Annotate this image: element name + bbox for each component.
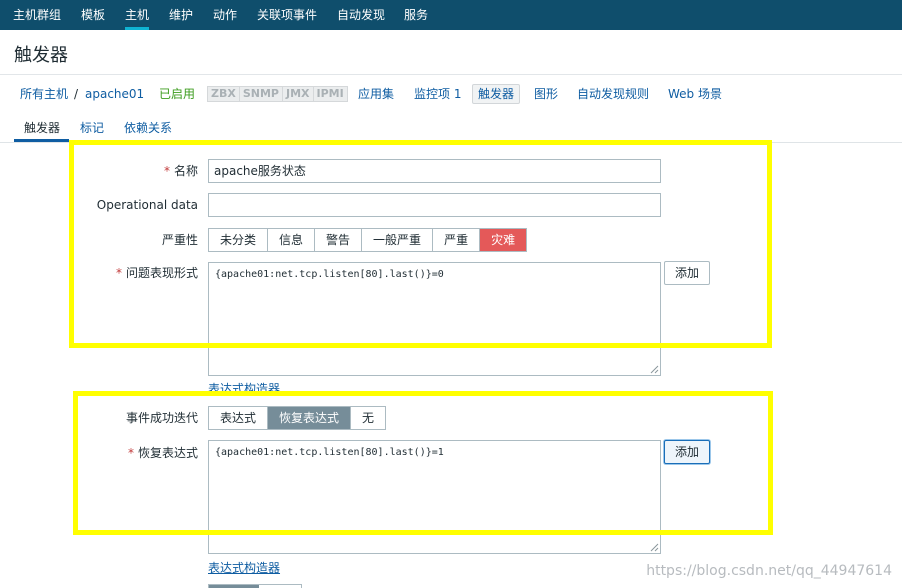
tab-dependencies[interactable]: 依赖关系 <box>124 120 172 136</box>
nav-templates[interactable]: 模板 <box>81 0 105 30</box>
severity-disaster[interactable]: 灾难 <box>480 229 527 251</box>
required-marker: * <box>115 266 122 280</box>
recovery-expression-label-text: 恢复表达式 <box>137 446 198 460</box>
link-graphs[interactable]: 图形 <box>534 86 558 102</box>
ok-event-generation-label: 事件成功迭代 <box>125 411 198 425</box>
active-tab-indicator <box>14 139 69 142</box>
ipmi-availability-badge: IPMI <box>316 87 344 100</box>
nav-discovery[interactable]: 自动发现 <box>337 0 385 30</box>
ok-event-generation-selector: 表达式 恢复表达式 无 <box>208 406 387 430</box>
host-status-enabled[interactable]: 已启用 <box>159 86 195 102</box>
link-web-scenarios[interactable]: Web 场景 <box>668 86 722 102</box>
required-marker: * <box>163 164 170 178</box>
severity-selector: 未分类 信息 警告 一般严重 严重 灾难 <box>208 228 528 252</box>
availability-indicators: ZBX SNMP JMX IPMI <box>207 86 348 102</box>
problem-expression-label: * 问题表现形式 <box>8 265 198 281</box>
severity-not-classified[interactable]: 未分类 <box>209 229 269 251</box>
tab-tags[interactable]: 标记 <box>80 120 104 136</box>
severity-information[interactable]: 信息 <box>268 229 316 251</box>
ok-gen-none[interactable]: 无 <box>351 407 385 429</box>
link-discovery-rules[interactable]: 自动发现规则 <box>577 86 649 102</box>
recovery-expression-text: {apache01:net.tcp.listen[80].last()}=1 <box>215 447 444 458</box>
breadcrumb-separator: / <box>74 87 79 101</box>
resize-grip-icon[interactable] <box>650 543 659 552</box>
operational-data-label: Operational data <box>96 198 198 212</box>
problem-expression-builder-link[interactable]: 表达式构造器 <box>208 380 280 397</box>
severity-warning[interactable]: 警告 <box>315 229 363 251</box>
tab-trigger[interactable]: 触发器 <box>24 120 60 136</box>
recovery-add-button[interactable]: 添加 <box>664 440 711 464</box>
title-divider <box>0 74 902 75</box>
watermark: https://blog.csdn.net/qq_44947614 <box>646 563 892 579</box>
severity-average[interactable]: 一般严重 <box>362 229 434 251</box>
ok-gen-recovery-expression[interactable]: 恢复表达式 <box>268 407 352 429</box>
snmp-availability-badge: SNMP <box>240 87 283 101</box>
name-input[interactable]: apache服务状态 <box>208 159 661 183</box>
breadcrumb-host[interactable]: apache01 <box>85 86 144 102</box>
host-navigation-bar: 所有主机 / apache01 已启用 ZBX SNMP JMX IPMI 应用… <box>0 80 902 108</box>
problem-expression-text: {apache01:net.tcp.listen[80].last()}=0 <box>215 269 444 280</box>
ok-gen-expression[interactable]: 表达式 <box>209 407 269 429</box>
resize-grip-icon[interactable] <box>650 365 659 374</box>
top-navigation: 主机群组 模板 主机 维护 动作 关联项事件 自动发现 服务 <box>0 0 902 30</box>
nav-host-groups[interactable]: 主机群组 <box>13 0 61 30</box>
link-items[interactable]: 监控项 1 <box>414 86 461 102</box>
problem-expression-label-text: 问题表现形式 <box>125 266 198 280</box>
breadcrumb-all-hosts[interactable]: 所有主机 <box>20 86 68 102</box>
page-title: 触发器 <box>14 45 68 66</box>
nav-hosts[interactable]: 主机 <box>125 0 150 30</box>
nav-event-correlation[interactable]: 关联项事件 <box>257 0 317 30</box>
problem-add-button[interactable]: 添加 <box>664 261 711 285</box>
jmx-availability-badge: JMX <box>283 87 314 101</box>
name-label-text: 名称 <box>173 164 198 178</box>
recovery-expression-textarea[interactable]: {apache01:net.tcp.listen[80].last()}=1 <box>208 440 661 554</box>
problem-expression-textarea[interactable]: {apache01:net.tcp.listen[80].last()}=0 <box>208 262 661 376</box>
nav-actions[interactable]: 动作 <box>213 0 237 30</box>
nav-maintenance[interactable]: 维护 <box>169 0 193 30</box>
form-tabs: 触发器 标记 依赖关系 <box>0 116 902 143</box>
recovery-expression-label: * 恢复表达式 <box>8 445 198 461</box>
link-applications[interactable]: 应用集 <box>358 86 394 102</box>
link-triggers[interactable]: 触发器 <box>472 84 521 104</box>
partial-control-bottom[interactable] <box>208 584 302 588</box>
recovery-expression-builder-link[interactable]: 表达式构造器 <box>208 559 280 576</box>
name-label: * 名称 <box>8 163 198 179</box>
required-marker: * <box>127 446 134 460</box>
operational-data-input[interactable] <box>208 193 661 217</box>
severity-label: 严重性 <box>161 233 198 247</box>
severity-high[interactable]: 严重 <box>433 229 481 251</box>
zbx-availability-badge: ZBX <box>208 87 240 101</box>
nav-services[interactable]: 服务 <box>404 0 428 30</box>
